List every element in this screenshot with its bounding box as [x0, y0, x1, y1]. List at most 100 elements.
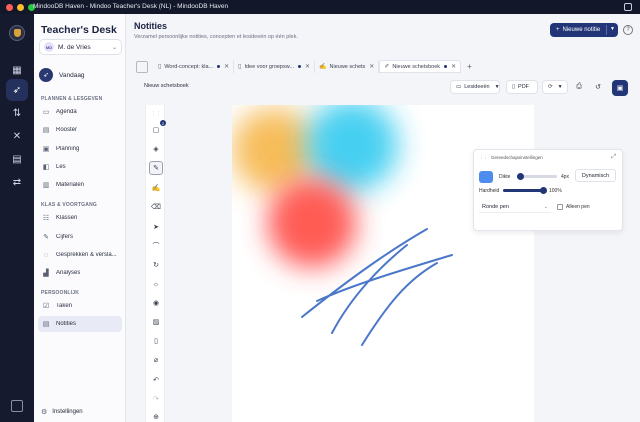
icon-rail: ▦ ➶ ⇅ ✕ ▤ ⇄	[0, 14, 34, 422]
history-icon[interactable]: ↺	[591, 80, 605, 94]
only-pen-label: Alleen pen	[566, 204, 590, 210]
image-icon[interactable]: ▨	[149, 315, 163, 329]
color-swatch[interactable]	[479, 171, 493, 183]
pdf-button[interactable]: ▯ PDF	[506, 80, 538, 94]
pen-tool-icon[interactable]: ✎	[149, 161, 163, 175]
expand-icon[interactable]: ⤢	[611, 154, 616, 161]
add-tab-icon[interactable]: +	[467, 62, 472, 71]
page-icon[interactable]: ▯	[149, 334, 163, 348]
tab-label: Nieuwe schetsboek	[392, 63, 441, 70]
sidebar-item-planning[interactable]: ▣ Planning	[38, 141, 122, 157]
window-title: MindooDB Haven - Mindoo Teacher's Desk (…	[33, 3, 229, 10]
layers-icon[interactable]: ◈	[149, 142, 163, 156]
sidebar-item-taken[interactable]: ☑ Taken	[38, 298, 122, 314]
select-arrow-icon[interactable]: ➤	[149, 220, 163, 234]
sidebar-item-agenda[interactable]: ▭ Agenda	[38, 104, 122, 120]
only-pen-checkbox[interactable]	[557, 204, 563, 210]
chart-icon: ▟	[43, 270, 49, 277]
window-menu-icon[interactable]	[624, 3, 632, 11]
pen-type-select[interactable]: Ronde pen ⌄	[479, 201, 551, 213]
save-button[interactable]: ▣	[612, 80, 628, 96]
database-icon[interactable]: ▤	[6, 148, 28, 170]
close-icon[interactable]: ✕	[451, 63, 456, 70]
sidebar-item-vandaag[interactable]: ➶ Vandaag	[39, 68, 85, 82]
collapse-panel-icon[interactable]	[11, 400, 23, 412]
hardheid-slider-handle[interactable]	[539, 187, 547, 194]
close-icon[interactable]: ✕	[305, 63, 310, 70]
title-bar: MindooDB Haven - Mindoo Teacher's Desk (…	[0, 0, 640, 14]
tab-bar: ▯ Word-concept: kla... ✕ ▯ Idee voor groeps…	[134, 59, 634, 74]
sidebar-item-analyses[interactable]: ▟ Analyses	[38, 265, 122, 281]
sidebar-item-materialen[interactable]: ▥ Materialen	[38, 177, 122, 193]
close-icon[interactable]: ✕	[369, 63, 374, 70]
tab-nieuwe-schetsboek[interactable]: ✐ Nieuwe schetsboek ✕	[379, 60, 462, 73]
gear-icon: ⚙	[41, 409, 48, 416]
undo-icon[interactable]: ↶	[149, 373, 163, 387]
notes-icon: ▤	[42, 321, 50, 328]
sidebar-item-label: Klassen	[56, 215, 78, 221]
dikte-label: Dikte	[499, 174, 511, 180]
user-switcher[interactable]: MD M. de Vries ⌄	[39, 39, 122, 55]
tab-word-concept[interactable]: ▯ Word-concept: kla... ✕	[154, 60, 235, 73]
eraser-icon[interactable]: ⌫	[149, 200, 163, 214]
dikte-slider-handle[interactable]	[516, 173, 524, 180]
unsaved-dot	[217, 65, 221, 68]
brush-settings-panel: ⋮⋮ Gereedschapsinstellingen ⤢ Dikte 4px D…	[473, 149, 623, 231]
close-icon[interactable]: ✕	[224, 63, 229, 70]
document-icon: ▯	[238, 64, 242, 70]
brush-tool-icon[interactable]: ✍	[149, 181, 163, 195]
transfer-icon[interactable]: ⇅	[6, 102, 28, 124]
sidebar-item-klassen[interactable]: ☷ Klassen	[38, 210, 122, 226]
pages-icon[interactable]: ▢ 2	[149, 120, 166, 137]
minimize-window-button[interactable]	[17, 3, 24, 11]
chevron-down-icon[interactable]: ▼	[610, 26, 615, 32]
brand-part1: Teacher's	[41, 24, 92, 36]
sidebar-item-label: Les	[56, 164, 66, 170]
sidebar-item-label: Notities	[56, 321, 77, 327]
sidebar-item-label: Rooster	[56, 127, 78, 133]
tasks-icon: ☑	[42, 303, 50, 310]
document-icon: ▯	[158, 64, 162, 70]
zoom-icon[interactable]: ⊕	[149, 410, 163, 422]
sidebar-item-les[interactable]: ◧ Les	[38, 159, 122, 175]
redo-icon[interactable]: ↷	[149, 392, 163, 406]
sliders-icon[interactable]: ⇄	[6, 171, 28, 193]
sidebar-item-label: Instellingen	[52, 409, 83, 415]
brightness-icon[interactable]: ☼	[149, 277, 163, 291]
sidebar-item-label: Taken	[56, 303, 73, 309]
drag-handle-icon[interactable]: ⋮⋮	[149, 107, 163, 121]
tab-label: Nieuwe schets	[329, 63, 366, 70]
print-icon[interactable]: ⎙	[572, 80, 586, 94]
rotate-icon[interactable]: ↻	[149, 258, 163, 272]
rocket-icon[interactable]: ➶	[6, 79, 28, 101]
tab-label: Idee voor groepsw...	[244, 63, 294, 70]
sync-dropdown[interactable]: ⟳ ▼	[542, 80, 568, 94]
attachment-icon[interactable]: ⌀	[149, 353, 163, 367]
curve-icon[interactable]: ⌒	[149, 239, 163, 253]
dikte-slider[interactable]	[516, 173, 557, 180]
new-note-button[interactable]: + Nieuwe notitie ▼	[550, 23, 618, 37]
dynamic-button[interactable]: Dynamisch	[575, 169, 616, 182]
dashboard-icon[interactable]: ▦	[6, 59, 28, 81]
palette-icon[interactable]: ◉	[149, 296, 163, 310]
sidebar-item-cijfers[interactable]: ✎ Cijfers	[38, 229, 122, 245]
sidebar-item-rooster[interactable]: ▤ Rooster	[38, 122, 122, 138]
close-window-button[interactable]	[6, 3, 13, 11]
sidebar-toggle-icon[interactable]	[136, 60, 148, 73]
tag-icon: ▭	[456, 84, 462, 90]
lesideeen-dropdown[interactable]: ▭ Lesideeën ▼	[450, 80, 500, 94]
help-icon[interactable]: ?	[623, 25, 633, 35]
panel-title: Gereedschapsinstellingen	[491, 155, 543, 160]
sidebar-item-notities[interactable]: ▤ Notities	[38, 316, 122, 332]
users-icon: ☷	[42, 215, 50, 222]
lesson-icon: ◧	[42, 164, 50, 171]
sidebar-item-gesprekken[interactable]: ◌ Gesprekken & versla...	[38, 247, 122, 263]
sidebar-item-instellingen[interactable]: ⚙ Instellingen	[38, 408, 83, 416]
panel-header[interactable]: ⋮⋮ Gereedschapsinstellingen	[479, 155, 543, 161]
tab-nieuwe-schets[interactable]: ✍ Nieuwe schets ✕	[315, 60, 380, 73]
sidebar-item-label: Materialen	[56, 182, 85, 188]
tab-label: Word-concept: kla...	[164, 63, 214, 70]
shuffle-icon[interactable]: ✕	[6, 125, 28, 147]
tab-idee[interactable]: ▯ Idee voor groepsw... ✕	[234, 60, 316, 73]
hardheid-slider[interactable]	[503, 187, 547, 194]
